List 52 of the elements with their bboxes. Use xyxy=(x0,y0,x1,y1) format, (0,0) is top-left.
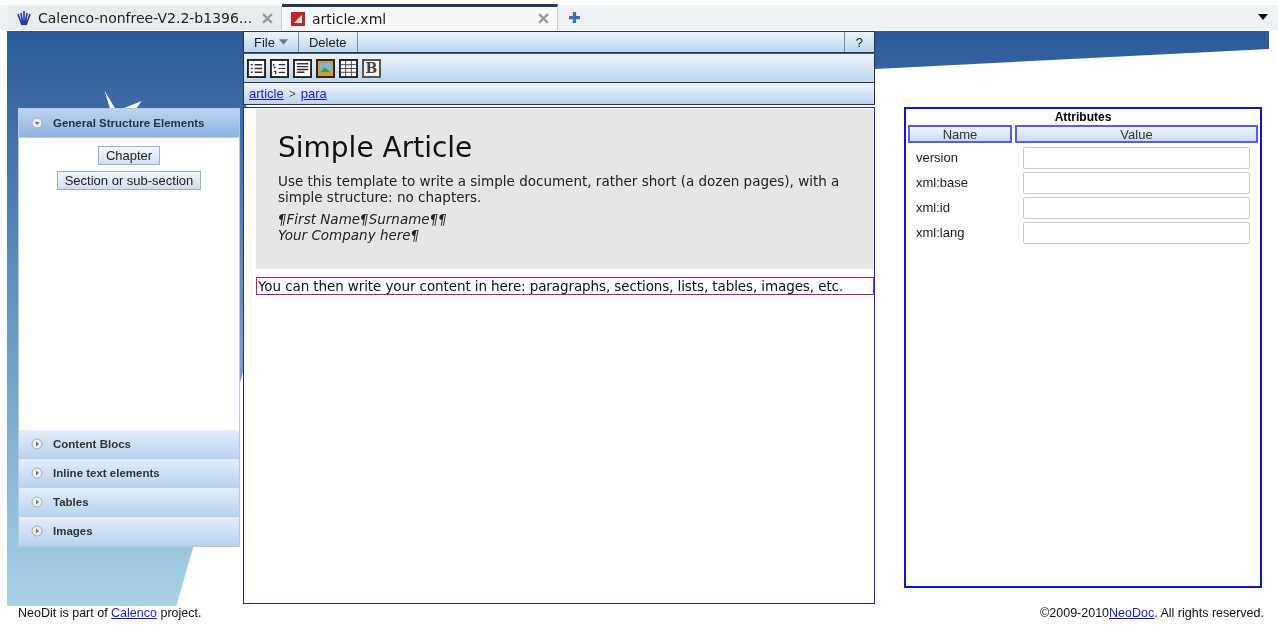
accordion-header[interactable]: General Structure Elements xyxy=(19,109,239,138)
attribute-value-field[interactable] xyxy=(1023,197,1250,219)
breadcrumb-link[interactable]: para xyxy=(300,86,327,101)
column-header: Value xyxy=(1015,125,1258,143)
chevron-icon xyxy=(31,467,43,479)
image-icon[interactable] xyxy=(316,58,335,78)
insert-button[interactable]: Section or sub-section xyxy=(56,171,202,190)
abstract-text: Use this template to write a simple document, rather short (a dozen pages), with a simple structure: no chapters. xyxy=(278,173,841,205)
dropdown-icon[interactable] xyxy=(1258,14,1268,20)
copyright-text: ©2009-2010NeoDoc. All rights reserved. xyxy=(1040,606,1264,620)
attribute-name: version xyxy=(915,149,959,167)
table-icon[interactable] xyxy=(339,58,358,78)
close-icon[interactable] xyxy=(538,13,549,24)
help-button[interactable]: ? xyxy=(843,32,874,52)
attribute-value-field[interactable] xyxy=(1023,222,1250,244)
document-tab[interactable]: article.xml xyxy=(282,4,558,30)
document-icon xyxy=(290,10,306,27)
insert-button[interactable]: Chapter xyxy=(97,146,161,165)
file-menu[interactable]: File xyxy=(244,32,299,52)
accordion-header[interactable]: Images xyxy=(19,517,239,546)
column-header: Name xyxy=(908,125,1012,143)
numbered-list-icon[interactable] xyxy=(270,58,289,78)
caret-icon xyxy=(278,39,288,45)
panel-title: Attributes xyxy=(1053,109,1113,125)
attribute-name: xml:lang xyxy=(915,224,966,242)
chevron-icon xyxy=(31,525,43,537)
accordion-header[interactable]: Inline text elements xyxy=(19,459,239,488)
breadcrumb-separator: > xyxy=(288,86,296,101)
document-title: Simple Article xyxy=(278,131,474,164)
document-tab[interactable]: Calenco-nonfree-V2.2-b1396... xyxy=(8,6,282,30)
chevron-icon xyxy=(31,438,43,450)
attribute-value-field[interactable] xyxy=(1023,147,1250,169)
plant-icon xyxy=(16,10,32,26)
accordion-header[interactable]: Content Blocs xyxy=(19,430,239,459)
chevron-icon xyxy=(31,496,43,508)
company-text: Your Company here¶ xyxy=(278,227,421,243)
bold-button[interactable]: B xyxy=(362,58,381,78)
accordion-header[interactable]: Tables xyxy=(19,488,239,517)
close-icon[interactable] xyxy=(262,12,273,24)
attribute-name: xml:id xyxy=(915,199,951,217)
bulleted-list-icon[interactable] xyxy=(247,58,266,78)
delete-button[interactable]: Delete xyxy=(298,32,358,52)
paragraph-icon[interactable] xyxy=(293,58,312,78)
author-text: ¶First Name¶Surname¶¶ xyxy=(278,211,448,227)
calenco-link[interactable]: Calenco xyxy=(111,606,157,620)
chevron-icon xyxy=(31,117,43,129)
paragraph-text[interactable]: You can then write your content in here: paragraphs, sections, lists, tables, images, etc. xyxy=(256,277,874,295)
attribute-value-field[interactable] xyxy=(1023,172,1250,194)
footer-text: NeoDit is part of Calenco project. xyxy=(18,606,202,620)
attribute-name: xml:base xyxy=(915,174,970,192)
breadcrumb-link[interactable]: article xyxy=(249,86,284,101)
add-tab-icon[interactable] xyxy=(568,11,581,24)
